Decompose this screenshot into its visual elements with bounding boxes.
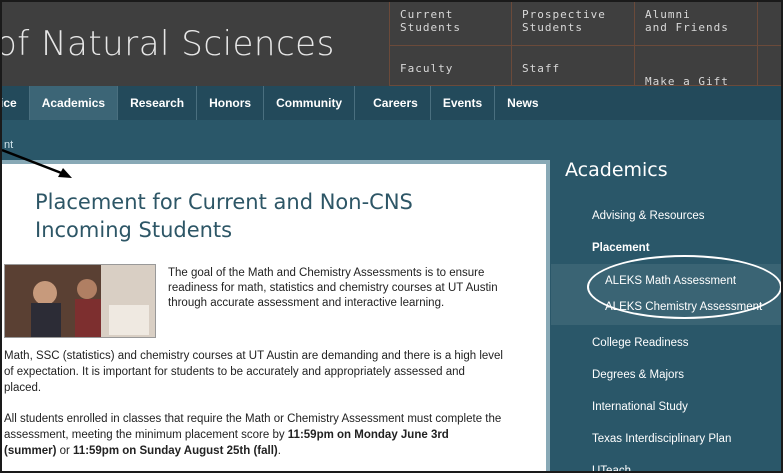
site-header: of Natural Sciences Current Students Pro… xyxy=(2,2,781,118)
sidebar-item-texas-interdisciplinary[interactable]: Texas Interdisciplinary Plan xyxy=(551,423,781,455)
intro-text: The goal of the Math and Chemistry Asses… xyxy=(168,267,498,309)
site-title[interactable]: of Natural Sciences xyxy=(2,24,335,64)
top-link-spacer xyxy=(757,2,781,46)
top-link-alumni-friends[interactable]: Alumni and Friends xyxy=(634,2,757,46)
sidebar-item-uteach[interactable]: UTeach xyxy=(551,455,781,471)
deadline-or: or xyxy=(56,445,74,457)
nav-item-academics[interactable]: Academics xyxy=(29,86,119,120)
sidebar-item-degrees-majors[interactable]: Degrees & Majors xyxy=(551,359,781,391)
sidebar-title[interactable]: Academics xyxy=(565,159,668,181)
nav-item-honors[interactable]: Honors xyxy=(197,86,265,120)
page-title: Placement for Current and Non-CNS Incomi… xyxy=(35,190,413,242)
top-link-make-a-gift[interactable]: Make a Gift xyxy=(634,46,757,118)
browser-frame: of Natural Sciences Current Students Pro… xyxy=(0,0,783,473)
expectation-paragraph: Math, SSC (statistics) and chemistry cou… xyxy=(4,350,503,394)
sidebar-item-advising[interactable]: Advising & Resources xyxy=(551,200,781,232)
nav-item-news[interactable]: News xyxy=(495,86,550,120)
sidebar-nav: Advising & Resources Placement ALEKS Mat… xyxy=(551,200,781,471)
top-link-faculty[interactable]: Faculty xyxy=(389,46,511,86)
deadline-paragraph: All students enrolled in classes that re… xyxy=(4,411,504,459)
arrow-annotation-icon xyxy=(2,148,72,178)
top-links: Current Students Prospective Students Al… xyxy=(389,2,781,118)
oval-annotation-icon xyxy=(587,255,781,319)
intro-section: The goal of the Math and Chemistry Asses… xyxy=(4,264,546,342)
nav-item-events[interactable]: Events xyxy=(431,86,496,120)
sidebar-item-international-study[interactable]: International Study xyxy=(551,391,781,423)
nav-item-research[interactable]: Research xyxy=(118,86,198,120)
nav-item-community[interactable]: Community xyxy=(264,86,356,120)
deadline-text-end: . xyxy=(277,445,281,457)
main-content: Placement for Current and Non-CNS Incomi… xyxy=(2,160,550,471)
sidebar-item-college-readiness[interactable]: College Readiness xyxy=(551,327,781,359)
top-link-staff[interactable]: Staff xyxy=(511,46,634,86)
classroom-photo xyxy=(4,264,156,338)
nav-item-careers[interactable]: Careers xyxy=(361,86,431,120)
main-nav: ffice Academics Research Honors Communit… xyxy=(2,86,781,120)
top-link-current-students[interactable]: Current Students xyxy=(389,2,511,46)
deadline-fall: 11:59pm on Sunday August 25th (fall) xyxy=(73,445,278,457)
top-link-spacer-2 xyxy=(757,46,781,86)
top-link-prospective-students[interactable]: Prospective Students xyxy=(511,2,634,46)
nav-item-office[interactable]: ffice xyxy=(2,86,30,120)
